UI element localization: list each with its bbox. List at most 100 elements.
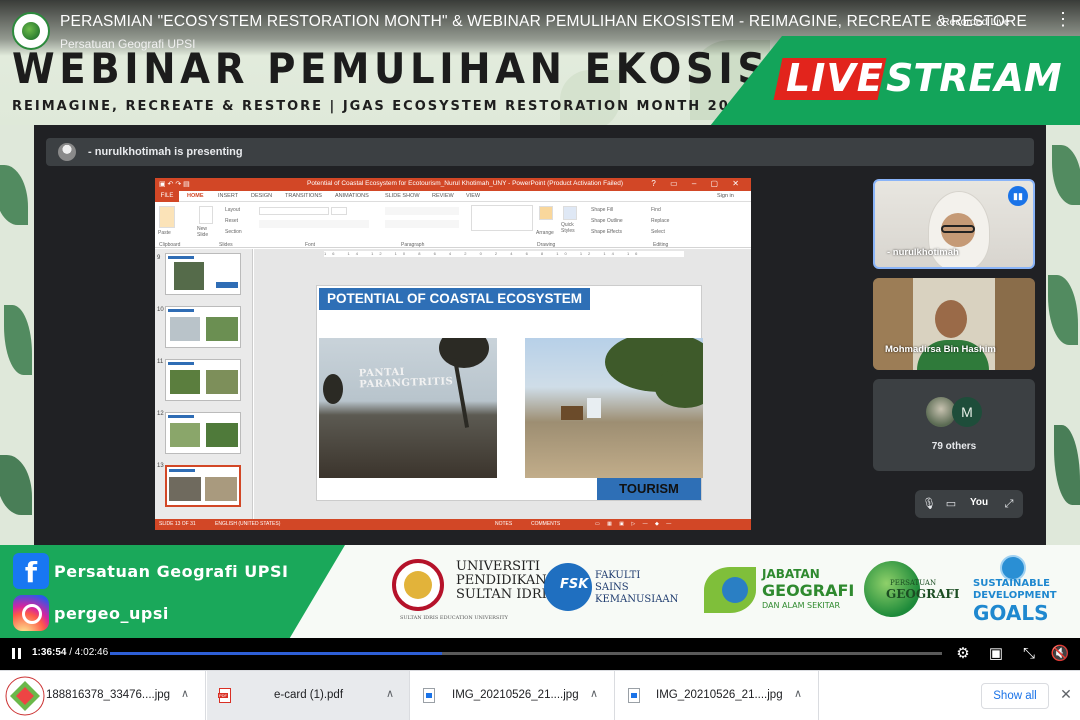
progress-buffer (110, 652, 442, 655)
presenting-label: - nurulkhotimah is presenting (88, 146, 243, 158)
thumb-title-bar (168, 256, 194, 259)
recorded-live-label: Recorded Live (942, 16, 1010, 28)
self-view-pill[interactable]: 🎙 ▭ You ⤢ (915, 490, 1023, 518)
powerpoint-window: ▣ ↶ ↷ ▤ Potential of Coastal Ecosystem f… (155, 178, 751, 530)
ppt-tab-view: VIEW (466, 193, 481, 199)
ppt-notes: NOTES (495, 521, 513, 527)
facebook-icon: f (13, 553, 49, 589)
ppt-group-slides: Slides (219, 242, 233, 248)
expand-icon[interactable]: ⤢ (1001, 496, 1017, 512)
jabatan-line2: GEOGRAFI (762, 581, 855, 600)
ppt-paste-icon (159, 206, 175, 228)
thumb-image (174, 262, 204, 290)
volume-icon[interactable]: 🔇 (1050, 644, 1070, 664)
ppt-find-label: Find (651, 207, 661, 213)
thumb-caption (216, 282, 238, 288)
download-item[interactable]: IMG_20210526_21....jpg ∧ (411, 671, 615, 720)
tree-silhouette (323, 374, 343, 404)
sdg-line3: GOALS (973, 601, 1049, 625)
beach-photo-tourism (525, 338, 703, 478)
miniplayer-icon[interactable]: ▣ (986, 644, 1006, 664)
thumb-number: 11 (157, 359, 164, 365)
presenter-avatar (58, 143, 76, 161)
image-file-icon (423, 688, 435, 703)
ppt-tab-animations: ANIMATIONS (335, 193, 369, 199)
leaf-decoration (4, 305, 32, 375)
download-item[interactable]: e-card (1).pdf ∧ (207, 671, 410, 720)
slide: POTENTIAL OF COASTAL ECOSYSTEM PANTAI PA… (316, 285, 703, 501)
ppt-quick-access-toolbar: ▣ ↶ ↷ ▤ (159, 181, 190, 188)
leaf-decoration (1054, 425, 1080, 505)
participant-name: Mohmadirsa Bin Hashim (885, 344, 996, 355)
participant-tile-presenter[interactable]: ▮▮ - nurulkhotimah (873, 179, 1035, 269)
slide-thumbnail-active (165, 465, 241, 507)
thumb-title-bar (168, 309, 194, 312)
download-item[interactable]: IMG_20210526_21....jpg ∧ (616, 671, 819, 720)
upsi-english-name: SULTAN IDRIS EDUCATION UNIVERSITY (400, 615, 508, 621)
ppt-paragraph-row (385, 220, 459, 228)
slide-thumbnail (165, 412, 241, 454)
upsi-name-line1: UNIVERSITI (456, 559, 540, 574)
ppt-tab-review: REVIEW (432, 193, 454, 199)
settings-icon[interactable]: ⚙ (953, 644, 973, 664)
jabatan-line3: DAN ALAM SEKITAR (762, 601, 841, 610)
slide-title: POTENTIAL OF COASTAL ECOSYSTEM (319, 288, 591, 310)
ppt-tab-insert: INSERT (218, 193, 239, 199)
instagram-icon (13, 595, 49, 631)
slide-thumbnail (165, 359, 241, 401)
progress-bar[interactable] (110, 652, 942, 655)
ppt-tab-slideshow: SLIDE SHOW (385, 193, 420, 199)
ppt-tab-design: DESIGN (251, 193, 273, 199)
thumb-title-bar (169, 469, 195, 472)
ppt-group-editing: Editing (653, 242, 669, 248)
download-filename: e-card (1).pdf (274, 689, 344, 701)
bookshelf (995, 278, 1035, 370)
upsi-crest-center (404, 571, 432, 599)
thumb-number: 10 (157, 307, 164, 313)
thumb-image (206, 370, 238, 394)
ppt-slide-thumbnails: 9 10 11 12 13 (155, 249, 253, 519)
ppt-layout-label: Layout (225, 207, 241, 213)
chevron-up-icon[interactable]: ∧ (383, 686, 397, 702)
ppt-font-size-box (331, 207, 347, 215)
leaf-decoration (1052, 145, 1080, 205)
thumb-image (206, 317, 238, 341)
fullscreen-exit-icon[interactable]: ⤡ (1019, 644, 1039, 664)
ppt-tab-home: HOME (187, 193, 204, 199)
pause-icon[interactable] (10, 646, 24, 662)
camera-off-icon[interactable]: ▭ (943, 496, 959, 512)
participant-tile-others[interactable]: M 79 others (873, 379, 1035, 471)
download-item[interactable]: 188816378_33476....jpg ∧ (0, 671, 206, 720)
chevron-up-icon[interactable]: ∧ (587, 686, 601, 702)
ppt-select-label: Select (651, 229, 665, 235)
beach-sign-board (587, 398, 601, 418)
ppt-window-title: Potential of Coastal Ecosystem for Ecoto… (307, 180, 623, 187)
close-icon[interactable]: ✕ (1058, 686, 1074, 702)
video-title[interactable]: PERASMIAN "ECOSYSTEM RESTORATION MONTH" … (60, 13, 1027, 31)
persatuan-line2: GEOGRAFI (886, 587, 960, 601)
ppt-font-box (259, 207, 329, 215)
fsk-line3: KEMANUSIAAN (595, 594, 679, 605)
thumb-title-bar (168, 362, 194, 365)
ppt-shape-fill-label: Shape Fill (591, 207, 614, 213)
chevron-up-icon[interactable]: ∧ (791, 686, 805, 702)
fsk-line1: FAKULTI (595, 570, 641, 581)
speaking-icon: ▮▮ (1008, 186, 1028, 206)
kebab-menu-icon[interactable]: ⋮ (1052, 8, 1074, 30)
thumb-title-bar (168, 415, 194, 418)
thumb-number: 9 (157, 255, 161, 261)
ppt-font-formatting-row (259, 220, 369, 228)
mic-off-icon[interactable]: 🎙 (921, 496, 937, 512)
download-filename: IMG_20210526_21....jpg (656, 689, 783, 701)
download-filename: 188816378_33476....jpg (46, 689, 171, 701)
ppt-shape-effects-label: Shape Effects (591, 229, 623, 235)
participant-tile-hashim[interactable]: Mohmadirsa Bin Hashim (873, 278, 1035, 370)
image-file-icon (628, 688, 640, 703)
ppt-title-bar: ▣ ↶ ↷ ▤ Potential of Coastal Ecosystem f… (155, 178, 751, 191)
show-all-button[interactable]: Show all (981, 683, 1049, 709)
chevron-up-icon[interactable]: ∧ (178, 686, 192, 702)
stream-label: STREAM (886, 56, 1062, 100)
video-player-controls: 1:36:54 / 4:02:46 ⚙ ▣ ⤡ 🔇 (0, 638, 1080, 670)
video-banner-bottom: f Persatuan Geografi UPSI pergeo_upsi UN… (0, 545, 1080, 638)
ppt-status-bar: SLIDE 13 OF 31 ENGLISH (UNITED STATES) N… (155, 519, 751, 530)
